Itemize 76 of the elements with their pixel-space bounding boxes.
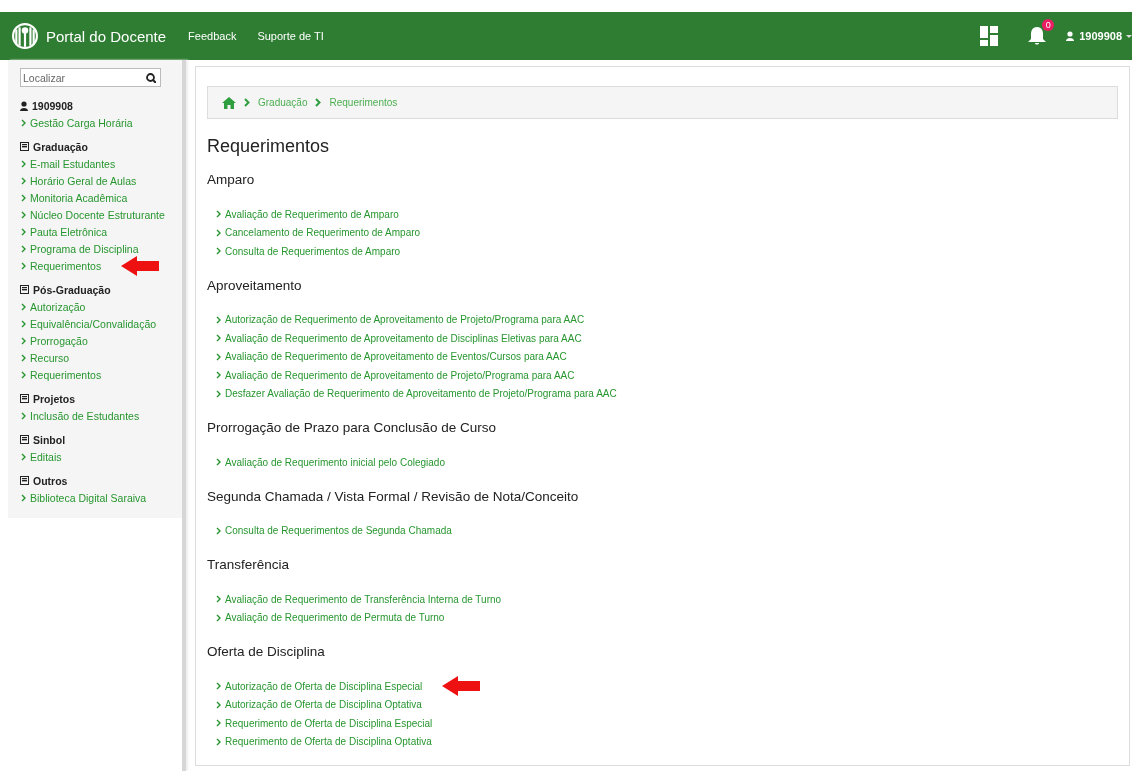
notification-bell-icon[interactable] — [1028, 26, 1047, 46]
sidebar-group-title[interactable]: Sinbol — [33, 433, 66, 446]
request-link[interactable]: Requerimento de Oferta de Disciplina Especial — [225, 717, 433, 729]
sidebar-link[interactable]: Editais — [30, 450, 62, 463]
chevron-icon — [21, 118, 26, 127]
sidebar-link[interactable]: Horário Geral de Aulas — [30, 174, 137, 187]
request-link[interactable]: Cancelamento de Requerimento de Amparo — [225, 227, 421, 239]
request-link[interactable]: Requerimento de Oferta de Disciplina Optativa — [225, 736, 432, 748]
page-title: Requerimentos — [207, 135, 331, 158]
section-heading: Amparo — [207, 171, 256, 189]
sidebar-link[interactable]: E-mail Estudantes — [30, 157, 116, 170]
section-heading: Segunda Chamada / Vista Formal / Revisão de Nota/Conceito — [207, 487, 580, 506]
home-icon[interactable] — [222, 96, 236, 109]
sidebar-link[interactable]: Núcleo Docente Estruturante — [30, 208, 165, 221]
request-link[interactable]: Avaliação de Requerimento de Aproveitamento de Disciplinas Eletivas para AAC — [225, 332, 582, 344]
user-icon — [1066, 31, 1075, 41]
collapse-icon[interactable] — [20, 142, 29, 151]
chevron-icon — [216, 458, 221, 467]
user-icon — [20, 100, 28, 111]
sidebar-group-title[interactable]: Graduação — [33, 140, 88, 153]
sidebar-link[interactable]: Pauta Eletrônica — [30, 225, 108, 238]
chevron-icon — [21, 411, 26, 420]
chevron-icon — [216, 315, 221, 324]
chevron-icon — [21, 493, 26, 502]
collapse-icon[interactable] — [20, 394, 29, 403]
sidebar-link[interactable]: Biblioteca Digital Saraiva — [30, 491, 147, 504]
request-link[interactable]: Autorização de Oferta de Disciplina Especial — [225, 680, 423, 692]
logo-icon — [12, 23, 38, 49]
request-link[interactable]: Avaliação de Requerimento de Permuta de Turno — [225, 612, 445, 624]
sidebar-link[interactable]: Requerimentos — [30, 259, 102, 272]
sidebar-group-title[interactable]: Projetos — [33, 392, 75, 405]
app-title[interactable]: Portal do Docente — [46, 27, 167, 45]
sidebar-link[interactable]: Programa de Disciplina — [30, 242, 139, 255]
sidebar-link[interactable]: Autorização — [30, 300, 86, 313]
request-link[interactable]: Avaliação de Requerimento de Transferência Interna de Turno — [225, 593, 502, 605]
chevron-icon — [21, 452, 26, 461]
request-link[interactable]: Avaliação de Requerimento inicial pelo Colegiado — [225, 456, 445, 468]
collapse-icon[interactable] — [20, 435, 29, 444]
user-menu[interactable]: 1909908 — [1079, 30, 1122, 42]
caret-icon — [1126, 34, 1132, 38]
sidebar-link[interactable]: Monitoria Acadêmica — [30, 191, 128, 204]
breadcrumb-link[interactable]: Requerimentos — [329, 97, 398, 108]
user-id: 1909908 — [32, 99, 73, 112]
section-heading: Oferta de Disciplina — [207, 643, 326, 661]
request-link[interactable]: Avaliação de Requerimento de Aproveitamento de Projeto/Programa para AAC — [225, 369, 575, 381]
chevron-icon — [244, 98, 250, 107]
grid-icon[interactable] — [980, 26, 999, 46]
sidebar-link[interactable]: Equivalência/Convalidação — [30, 317, 157, 330]
chevron-icon — [315, 98, 322, 107]
breadcrumb-link[interactable]: Graduação — [258, 97, 308, 108]
chevron-icon — [216, 526, 221, 535]
sidebar-link[interactable]: Recurso — [30, 351, 70, 364]
sidebar-link[interactable]: Inclusão de Estudantes — [30, 409, 140, 422]
sidebar-link[interactable]: Requerimentos — [30, 368, 102, 381]
request-link[interactable]: Autorização de Oferta de Disciplina Optativa — [225, 699, 422, 711]
section-heading: Aproveitamento — [207, 276, 303, 295]
request-link[interactable]: Avaliação de Requerimento de Amparo — [225, 208, 399, 220]
collapse-icon[interactable] — [20, 476, 29, 485]
section-heading: Transferência — [207, 556, 291, 574]
sidebar-link[interactable]: Gestão Carga Horária — [30, 116, 133, 129]
search-icon — [146, 73, 156, 83]
request-link[interactable]: Autorização de Requerimento de Aproveitamento de Projeto/Programa para AAC — [225, 314, 585, 326]
request-link[interactable]: Consulta de Requerimentos de Amparo — [225, 245, 401, 257]
search-field[interactable]: Localizar — [20, 68, 161, 87]
sidebar-group-title[interactable]: Outros — [33, 474, 68, 487]
request-link[interactable]: Desfazer Avaliação de Requerimento de Aproveitamento de Projeto/Programa para AAC — [225, 388, 617, 400]
collapse-icon[interactable] — [20, 285, 29, 294]
nav-link[interactable]: Suporte de TI — [257, 30, 324, 42]
chevron-icon — [216, 247, 221, 256]
section-heading: Prorrogação de Prazo para Conclusão de Curso — [207, 419, 497, 437]
notification-badge: 0 — [1042, 19, 1055, 31]
sidebar-group-title[interactable]: Pós-Graduação — [33, 283, 111, 296]
nav-link[interactable]: Feedback — [188, 30, 237, 42]
sidebar-link[interactable]: Prorrogação — [30, 334, 88, 347]
request-link[interactable]: Consulta de Requerimentos de Segunda Chamada — [225, 525, 452, 537]
request-link[interactable]: Avaliação de Requerimento de Aproveitamento de Eventos/Cursos para AAC — [225, 351, 567, 363]
